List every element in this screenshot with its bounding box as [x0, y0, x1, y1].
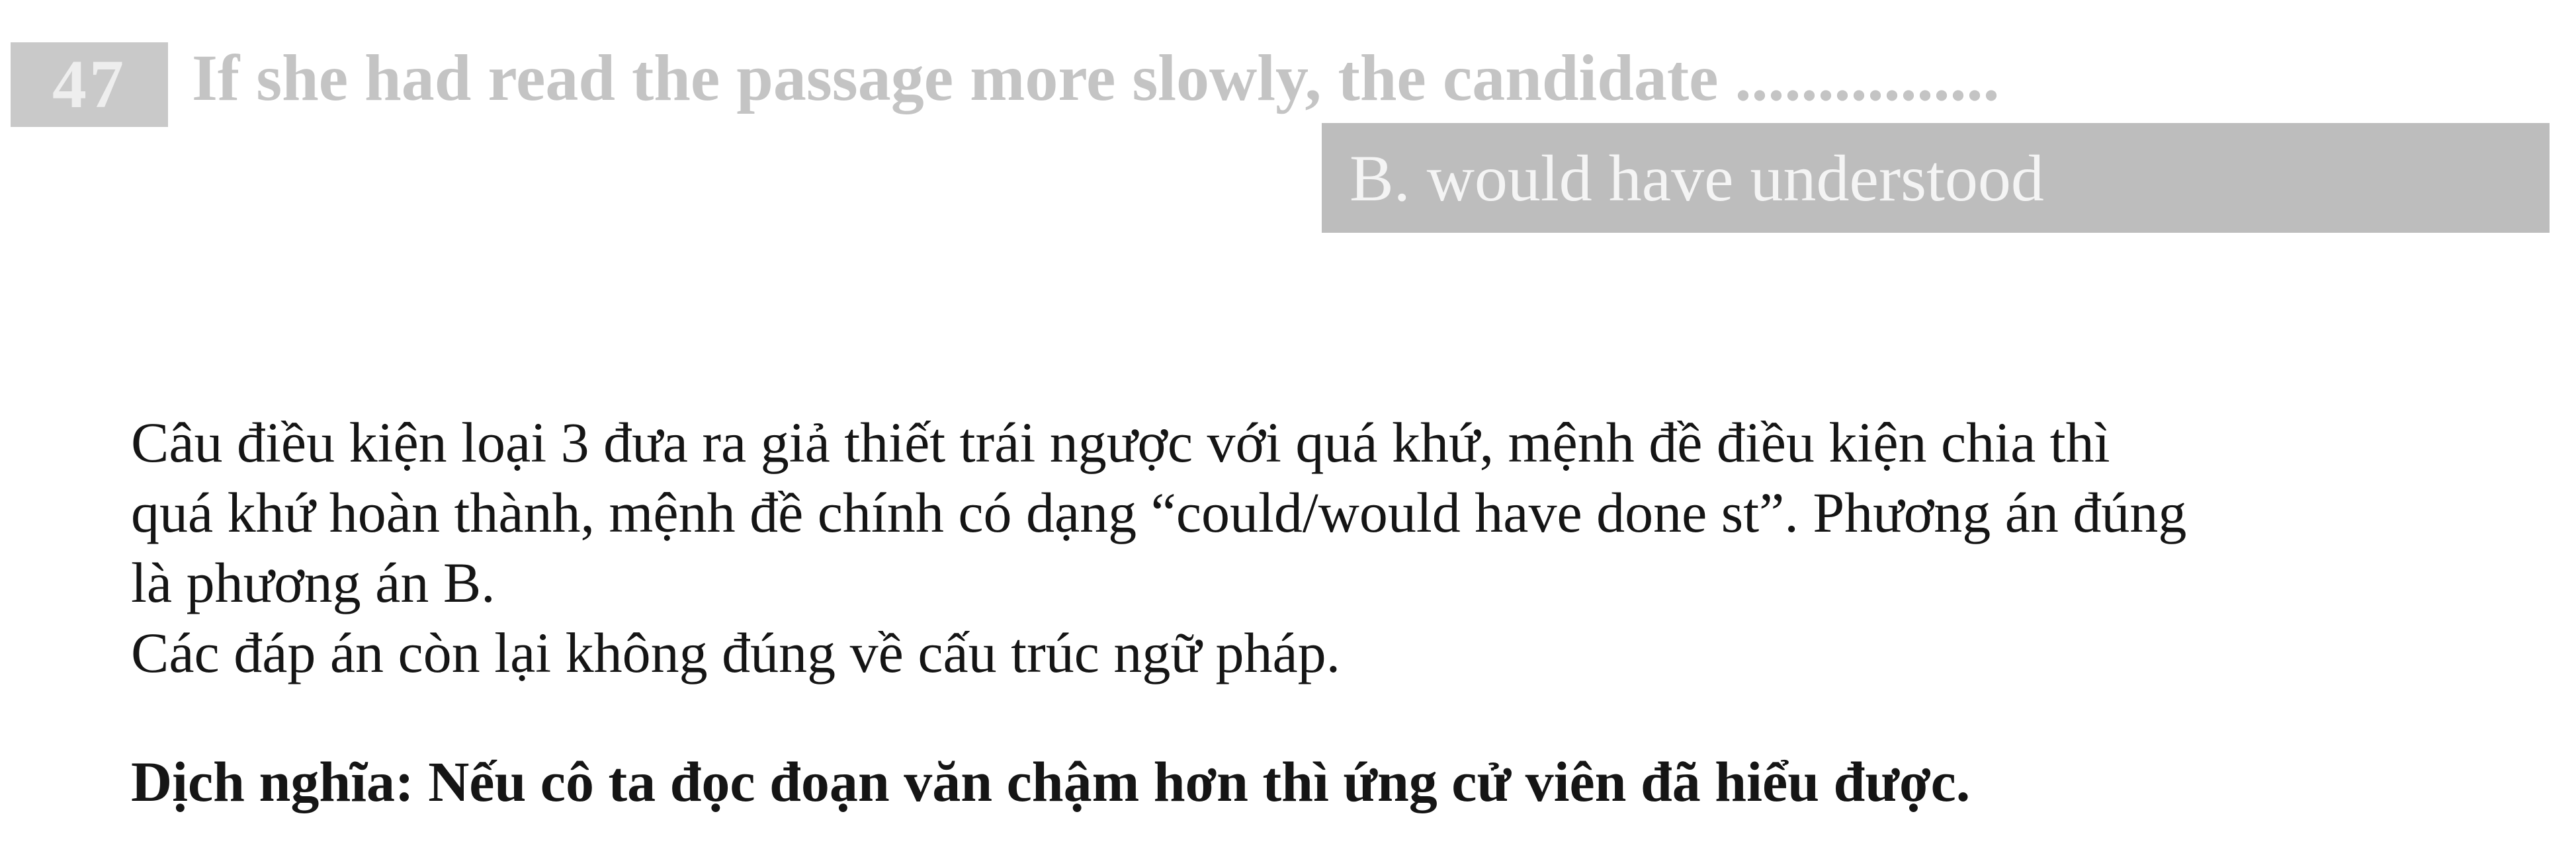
- translation-text: Dịch nghĩa: Nếu cô ta đọc đoạn văn chậm …: [131, 750, 1971, 813]
- explanation-line-1: Câu điều kiện loại 3 đưa ra giả thiết tr…: [131, 411, 2110, 474]
- document-page: 47 If she had read the passage more slow…: [0, 0, 2576, 863]
- explanation-line-2: quá khứ hoàn thành, mệnh đề chính có dạn…: [131, 481, 2187, 544]
- answer-option-b: B. would have understood: [1350, 142, 2044, 215]
- question-number-badge: 47: [11, 42, 168, 127]
- explanation-line-4: Các đáp án còn lại không đúng về cấu trú…: [131, 621, 1341, 684]
- explanation-block: Câu điều kiện loại 3 đưa ra giả thiết tr…: [131, 407, 2552, 688]
- question-text: If she had read the passage more slowly,…: [192, 41, 2000, 114]
- explanation-line-3: là phương án B.: [131, 551, 495, 614]
